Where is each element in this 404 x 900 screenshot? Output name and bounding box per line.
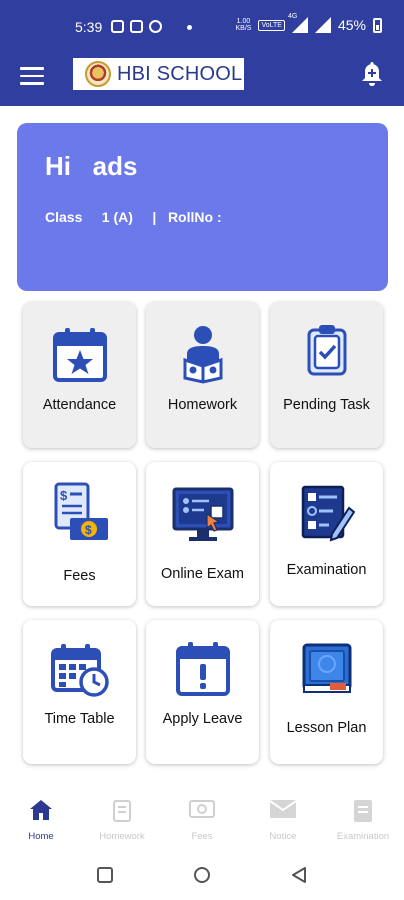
app-header: 5:39 1.00 KB/S VoLTE 4G 45% HBI SCHOOL — [0, 0, 404, 106]
nav-examination[interactable]: Examination — [323, 785, 403, 850]
data-rate: 1.00 KB/S — [235, 18, 252, 32]
nav-notice[interactable]: Notice — [243, 785, 323, 850]
greeting-text: Hi ads — [45, 151, 138, 181]
homework-icon — [113, 800, 131, 822]
tile-label: Attendance — [42, 397, 117, 413]
message-icon — [111, 20, 124, 33]
battery-icon — [373, 17, 382, 33]
tile-apply-leave[interactable]: Apply Leave — [146, 620, 259, 764]
more-notifications-dot — [187, 25, 192, 30]
nav-label: Fees — [191, 831, 213, 842]
nav-home[interactable]: Home — [1, 785, 81, 850]
svg-text:$: $ — [60, 488, 68, 503]
nav-label: Homework — [99, 831, 145, 842]
tile-examination[interactable]: Examination — [270, 462, 383, 606]
home-icon — [30, 800, 52, 820]
hamburger-icon[interactable] — [20, 67, 44, 85]
tile-label: Apply Leave — [162, 711, 243, 727]
tile-lesson-plan[interactable]: Lesson Plan — [270, 620, 383, 764]
exam-icon — [354, 800, 372, 822]
signal-4g-icon: 4G — [288, 13, 308, 33]
nav-label: Notice — [269, 831, 297, 842]
tile-time-table[interactable]: Time Table — [23, 620, 136, 764]
tile-pending-task[interactable]: Pending Task — [270, 302, 383, 448]
bottom-navigation: Home Homework Fees Notice Examination — [0, 785, 404, 850]
facebook-icon — [149, 20, 162, 33]
calendar-clock-icon — [50, 644, 109, 697]
calendar-alert-icon — [175, 642, 230, 696]
recents-icon[interactable] — [96, 866, 114, 884]
tile-label: Fees — [63, 568, 96, 584]
tile-label: Online Exam — [160, 566, 244, 582]
school-crest-icon — [85, 61, 111, 87]
volte-badge: VoLTE — [258, 19, 285, 31]
envelope-icon — [269, 800, 297, 818]
tile-label: Time Table — [44, 711, 115, 727]
nav-label: Examination — [336, 831, 390, 842]
tile-fees[interactable]: $ $ Fees — [23, 462, 136, 606]
student-info-card: Hi ads Class 1 (A) | RollNo : — [17, 123, 388, 291]
bell-icon[interactable] — [360, 60, 384, 88]
back-icon[interactable] — [290, 866, 308, 884]
youtube-icon — [130, 20, 143, 33]
tile-homework[interactable]: Homework — [146, 302, 259, 448]
tile-label: Homework — [167, 397, 238, 413]
tile-label: Lesson Plan — [286, 720, 367, 736]
monitor-exam-icon — [172, 487, 233, 541]
school-name: HBI SCHOOL — [117, 62, 243, 85]
banknote-icon — [189, 800, 215, 818]
book-icon — [302, 643, 351, 693]
status-time: 5:39 — [75, 19, 103, 35]
notification-icons — [111, 20, 162, 33]
battery-percent: 45% — [337, 17, 366, 33]
nav-fees[interactable]: Fees — [162, 785, 242, 850]
home-button-icon[interactable] — [193, 866, 211, 884]
calendar-star-icon — [52, 328, 107, 382]
clipboard-check-icon — [307, 325, 346, 376]
tile-label: Examination — [286, 562, 367, 578]
system-nav-bar — [0, 850, 404, 900]
bill-coin-icon: $ $ — [54, 482, 108, 540]
svg-text:$: $ — [85, 523, 92, 537]
tile-attendance[interactable]: Attendance — [23, 302, 136, 448]
class-roll-text: Class 1 (A) | RollNo : — [45, 209, 222, 225]
nav-homework[interactable]: Homework — [82, 785, 162, 850]
school-logo: HBI SCHOOL — [73, 58, 244, 90]
student-reading-icon — [183, 326, 222, 384]
signal-icon — [314, 17, 331, 33]
exam-sheet-pen-icon — [301, 485, 355, 542]
tile-online-exam[interactable]: Online Exam — [146, 462, 259, 606]
status-right: 1.00 KB/S VoLTE 4G 45% — [235, 13, 382, 33]
tile-label: Pending Task — [283, 397, 370, 413]
status-bar: 5:39 1.00 KB/S VoLTE 4G 45% — [0, 0, 404, 52]
nav-label: Home — [28, 831, 54, 842]
